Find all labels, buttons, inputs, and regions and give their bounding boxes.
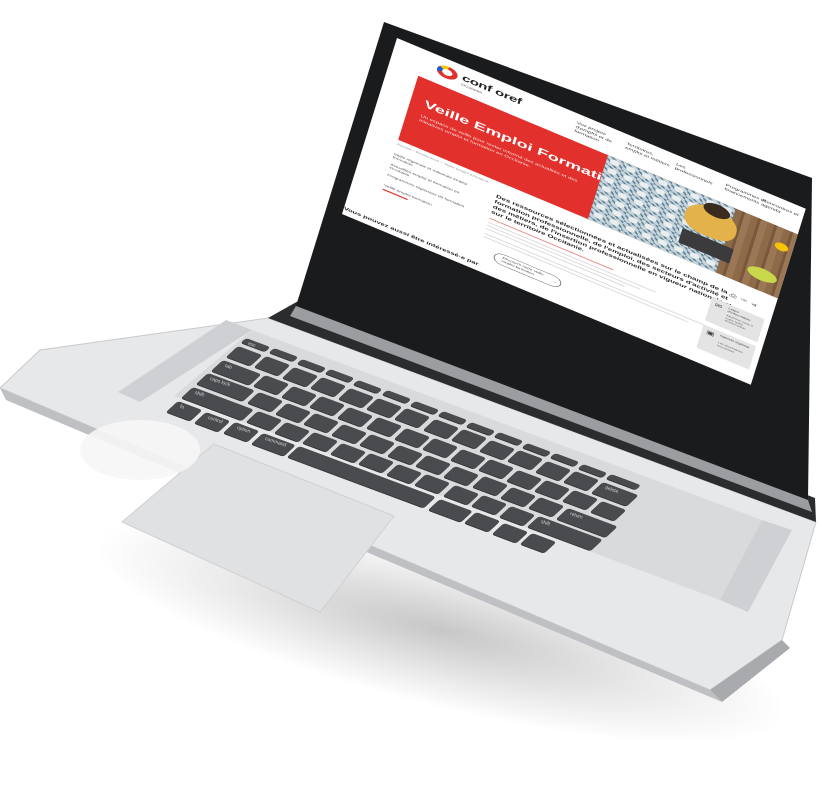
calendar-icon: ▣ xyxy=(705,328,716,338)
mail-icon: ✉ xyxy=(714,301,724,311)
logo-icon[interactable] xyxy=(435,62,460,83)
product-mockup-scene: esc delete tab caps lock return shift shift fn c… xyxy=(0,0,819,787)
arrow-right-icon: → xyxy=(551,278,559,285)
share-icon[interactable]: ⋖ xyxy=(751,300,762,309)
